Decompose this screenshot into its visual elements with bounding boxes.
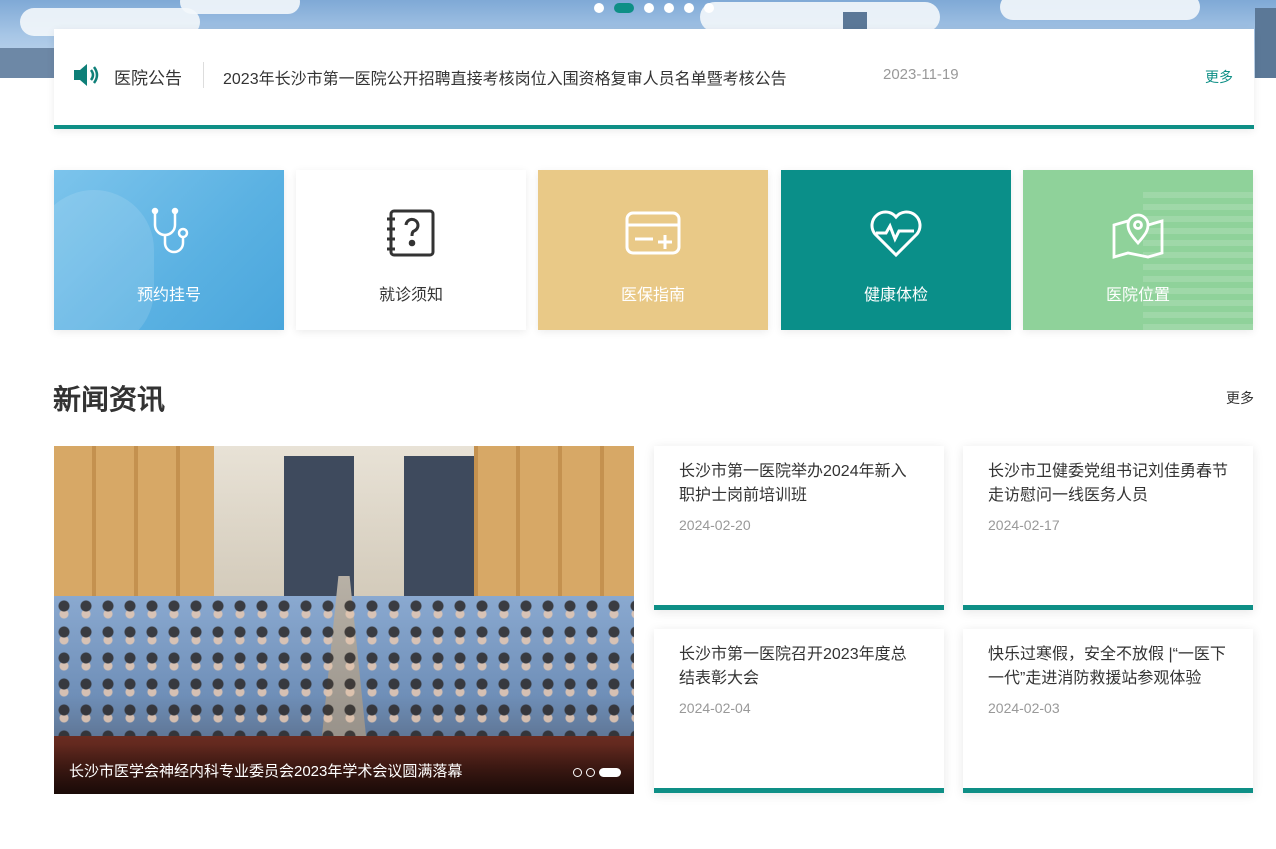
notice-date: 2023-11-19 xyxy=(883,66,959,83)
banner-dot-active[interactable] xyxy=(614,3,634,13)
banner-dot[interactable] xyxy=(684,3,694,13)
news-card[interactable]: 长沙市第一医院召开2023年度总结表彰大会 2024-02-04 xyxy=(654,629,944,793)
notice-title: 医院公告 xyxy=(114,69,182,88)
quick-link-health-checkup[interactable]: 健康体检 xyxy=(781,170,1011,330)
quick-link-label: 健康体检 xyxy=(863,287,928,304)
news-card-date: 2024-02-20 xyxy=(679,517,751,533)
news-card-title[interactable]: 长沙市第一医院召开2023年度总结表彰大会 xyxy=(679,643,919,691)
banner-dot[interactable] xyxy=(644,3,654,13)
banner-pagination xyxy=(594,3,714,13)
quick-link-label: 预约挂号 xyxy=(136,287,201,304)
banner-dot[interactable] xyxy=(664,3,674,13)
featured-news-caption[interactable]: 长沙市医学会神经内科专业委员会2023年学术会议圆满落幕 xyxy=(69,760,462,781)
quick-link-appointment[interactable]: 预约挂号 xyxy=(54,170,284,330)
map-pin-icon xyxy=(1112,213,1164,259)
news-card[interactable]: 快乐过寒假，安全不放假 |“一医下一代”走进消防救援站参观体验 2024-02-… xyxy=(963,629,1253,793)
quick-link-hospital-location[interactable]: 医院位置 xyxy=(1023,170,1253,330)
news-card-date: 2024-02-04 xyxy=(679,700,751,716)
quick-link-label: 就诊须知 xyxy=(378,287,443,304)
quick-links: 预约挂号 就诊须知 医保指南 健康体检 医院位置 xyxy=(54,170,1254,330)
featured-dot-active[interactable] xyxy=(599,768,621,777)
news-card-date: 2024-02-17 xyxy=(988,517,1060,533)
news-card[interactable]: 长沙市第一医院举办2024年新入职护士岗前培训班 2024-02-20 xyxy=(654,446,944,610)
quick-link-insurance-guide[interactable]: 医保指南 xyxy=(538,170,768,330)
news-more-link[interactable]: 更多 xyxy=(1226,388,1254,408)
notice-bar: 医院公告 2023年长沙市第一医院公开招聘直接考核岗位入围资格复审人员名单暨考核… xyxy=(54,29,1254,129)
notice-divider xyxy=(203,62,204,88)
quick-link-label: 医院位置 xyxy=(1105,287,1170,304)
notice-link[interactable]: 2023年长沙市第一医院公开招聘直接考核岗位入围资格复审人员名单暨考核公告 xyxy=(223,65,787,89)
news-card-title[interactable]: 快乐过寒假，安全不放假 |“一医下一代”走进消防救援站参观体验 xyxy=(988,643,1228,691)
card-plus-icon xyxy=(625,211,681,255)
news-card-title[interactable]: 长沙市第一医院举办2024年新入职护士岗前培训班 xyxy=(679,460,919,508)
banner-dot[interactable] xyxy=(594,3,604,13)
heart-pulse-icon xyxy=(870,210,922,258)
quick-link-label: 医保指南 xyxy=(620,287,685,304)
news-card-title[interactable]: 长沙市卫健委党组书记刘佳勇春节走访慰问一线医务人员 xyxy=(988,460,1228,508)
stethoscope-icon xyxy=(151,207,189,254)
notice-more-link[interactable]: 更多 xyxy=(1205,67,1233,87)
featured-dot[interactable] xyxy=(573,768,582,777)
news-card-date: 2024-02-03 xyxy=(988,700,1060,716)
featured-dot[interactable] xyxy=(586,768,595,777)
banner-dot[interactable] xyxy=(704,3,714,13)
question-book-icon xyxy=(387,209,435,257)
featured-news-carousel[interactable]: 长沙市医学会神经内科专业委员会2023年学术会议圆满落幕 xyxy=(54,446,634,794)
featured-news-pagination xyxy=(573,768,621,777)
news-card[interactable]: 长沙市卫健委党组书记刘佳勇春节走访慰问一线医务人员 2024-02-17 xyxy=(963,446,1253,610)
quick-link-visit-notice[interactable]: 就诊须知 xyxy=(296,170,526,330)
speaker-icon xyxy=(74,64,99,86)
news-section-title: 新闻资讯 xyxy=(53,384,166,415)
